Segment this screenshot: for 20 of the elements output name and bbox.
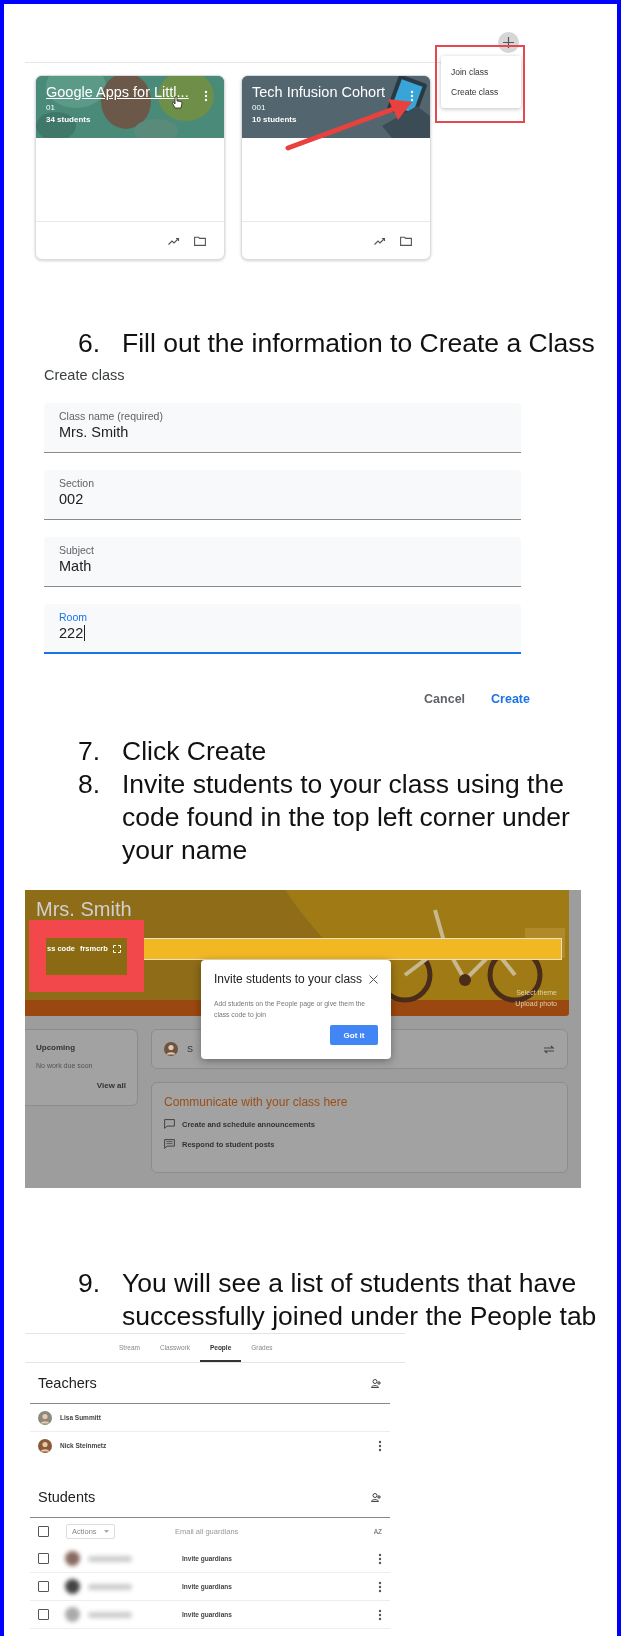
step-number: 9. xyxy=(78,1267,102,1300)
card-title: Communicate with your class here xyxy=(164,1095,349,1109)
step-text: You will see a list of students that have successfully joined under the People tab xyxy=(122,1267,598,1333)
section-title: Teachers xyxy=(38,1375,97,1391)
step-text: Invite students to your class using the code found in the top left corner under your name xyxy=(122,768,571,867)
class-name: Mrs. Smith xyxy=(36,898,132,921)
share-text: S xyxy=(187,1044,194,1054)
step-number: 6. xyxy=(78,327,102,360)
step-text: Fill out the information to Create a Class xyxy=(122,327,596,360)
section-title: Students xyxy=(38,1489,96,1505)
class-section: 001 xyxy=(252,103,266,112)
card-title: Upcoming xyxy=(36,1043,77,1052)
student-count: 34 students xyxy=(46,115,91,124)
step-text: Click Create xyxy=(122,735,268,768)
class-section: 01 xyxy=(46,103,55,112)
dialog-title: Create class xyxy=(44,366,126,385)
dialog-title: Invite students to your class xyxy=(214,972,363,986)
step-number: 8. xyxy=(78,768,102,801)
student-count: 10 students xyxy=(252,115,297,124)
step-number: 7. xyxy=(78,735,102,768)
